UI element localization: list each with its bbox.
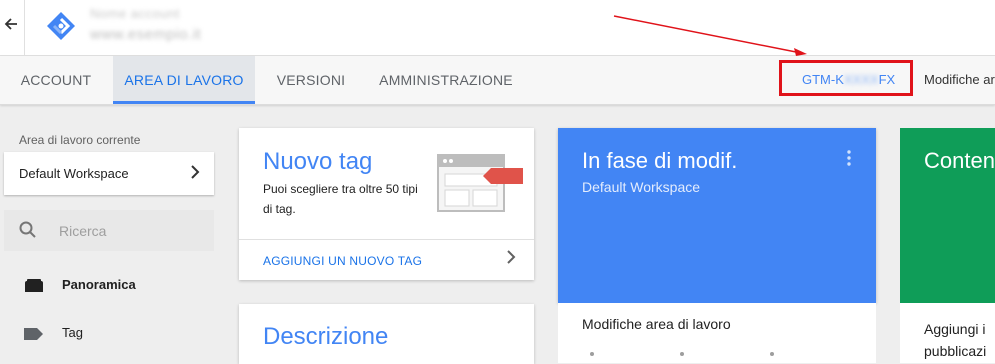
sidebar-item-label: Panoramica xyxy=(62,277,136,292)
search-placeholder: Ricerca xyxy=(59,223,107,239)
editing-status-card: In fase di modif. Default Workspace xyxy=(558,128,876,303)
more-vert-icon[interactable] xyxy=(847,150,851,166)
sidebar-item-tag[interactable]: Tag xyxy=(20,325,200,345)
account-name: Nome account xyxy=(90,6,180,21)
current-workspace-label: Area di lavoro corrente xyxy=(19,133,141,147)
tab-account[interactable]: ACCOUNT xyxy=(0,56,112,104)
sidebar-item-label: Tag xyxy=(62,325,83,340)
editing-card-footer: Modifiche area di lavoro xyxy=(558,303,876,363)
folder-icon xyxy=(24,279,44,296)
tag-illustration-icon xyxy=(437,154,527,219)
editing-title: In fase di modif. xyxy=(582,148,738,173)
workspace-changes-title: Modifiche area di lavoro xyxy=(582,316,731,332)
tag-icon xyxy=(24,327,44,344)
tab-versions[interactable]: VERSIONI xyxy=(262,56,360,104)
tab-admin[interactable]: AMMINISTRAZIONE xyxy=(366,56,526,104)
editing-workspace-name: Default Workspace xyxy=(582,179,701,195)
dots-row xyxy=(590,352,774,356)
workspace-name: Default Workspace xyxy=(19,166,129,181)
description-card: Descrizione xyxy=(239,304,534,364)
search-icon xyxy=(18,220,38,245)
sidebar-item-overview[interactable]: Panoramica xyxy=(20,277,200,297)
container-name[interactable]: www.esempio.it xyxy=(90,26,201,43)
chevron-right-icon xyxy=(190,163,200,186)
new-tag-description: Puoi scegliere tra oltre 50 tipi di tag. xyxy=(263,182,418,216)
card-divider xyxy=(239,239,534,240)
chevron-right-icon[interactable] xyxy=(506,248,516,271)
workspace-selector[interactable]: Default Workspace xyxy=(4,152,214,195)
tab-workspace[interactable]: AREA DI LAVORO xyxy=(113,56,255,104)
sidebar-search[interactable]: Ricerca xyxy=(4,210,214,251)
back-arrow-icon[interactable] xyxy=(4,17,20,37)
new-tag-card: Nuovo tag Puoi scegliere tra oltre 50 ti… xyxy=(239,128,534,280)
add-new-tag-link[interactable]: AGGIUNGI UN NUOVO TAG xyxy=(263,254,422,268)
annotation-highlight-box xyxy=(779,60,913,96)
top-bar: Nome account www.esempio.it xyxy=(0,0,995,56)
container-card-footer: Aggiungi i pubblicazi xyxy=(900,303,995,363)
container-card: Conten xyxy=(900,128,995,303)
workspace-changes-label: Modifiche area xyxy=(924,72,995,87)
container-card-title: Conten xyxy=(924,148,995,173)
container-card-line1: Aggiungi i xyxy=(924,321,986,337)
gtm-logo-icon[interactable] xyxy=(46,11,76,41)
description-title[interactable]: Descrizione xyxy=(263,323,388,351)
container-card-line2: pubblicazi xyxy=(924,343,987,359)
new-tag-title[interactable]: Nuovo tag xyxy=(263,148,372,176)
divider xyxy=(24,0,25,55)
